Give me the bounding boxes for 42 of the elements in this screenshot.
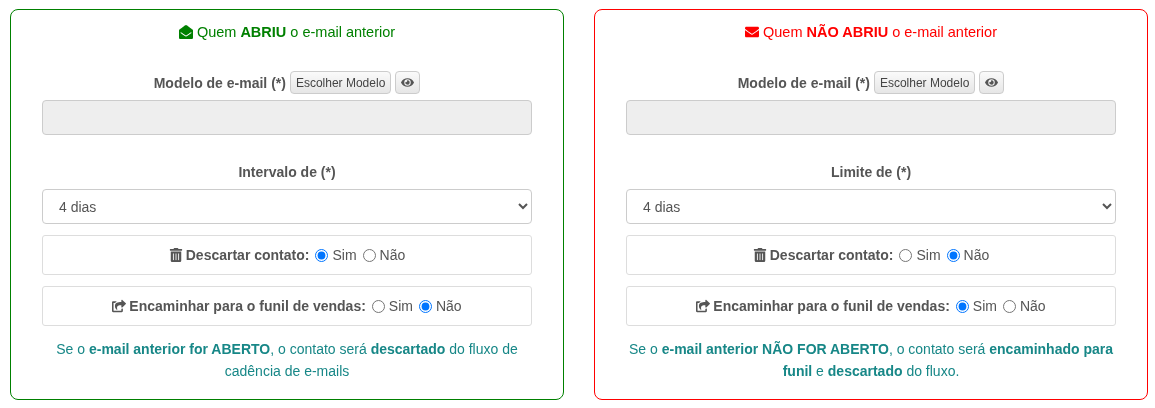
info-text: Se o e-mail anterior NÃO FOR ABERTO, o contato será encaminhado para funil e descartado do fluxo. [628, 340, 1114, 381]
envelope-icon [745, 25, 759, 39]
preview-button[interactable] [395, 71, 421, 94]
option-group-label: Encaminhar para o funil de vendas: [129, 298, 366, 314]
radio-button[interactable] [899, 248, 913, 262]
option-group-label: Descartar contato: [185, 247, 310, 263]
radio-label: Sim [972, 298, 997, 314]
panel-title: Quem ABRIU o e-mail anterior [196, 24, 396, 40]
radio-label: Sim [388, 298, 413, 314]
interval-select[interactable]: 4 dias [42, 189, 532, 224]
radio-button[interactable] [418, 299, 432, 313]
info-text: Se o e-mail anterior for ABERTO, o contato será descartado do fluxo de cadência de e-mails [55, 340, 519, 381]
radio-label: Não [435, 298, 462, 314]
radio-button[interactable] [362, 248, 376, 262]
radio-button[interactable] [955, 299, 969, 313]
field-label: Limite de (*) [830, 164, 912, 180]
share-icon [696, 299, 711, 313]
radio-label: Não [379, 247, 406, 263]
choose-template-button[interactable]: Escolher Modelo [289, 71, 392, 94]
interval-select[interactable]: 4 dias [626, 189, 1116, 224]
option-group-label: Descartar contato: [769, 247, 894, 263]
choose-template-button[interactable]: Escolher Modelo [873, 71, 976, 94]
share-icon [112, 299, 127, 313]
option-group-label: Encaminhar para o funil de vendas: [713, 298, 950, 314]
radio-label: Não [1019, 298, 1046, 314]
preview-button[interactable] [979, 71, 1005, 94]
radio-button[interactable] [1002, 299, 1016, 313]
radio-label: Sim [332, 247, 357, 263]
eye-icon [401, 76, 415, 89]
radio-label: Sim [916, 247, 941, 263]
envelope-open-icon [178, 25, 193, 39]
field-label: Intervalo de (*) [238, 164, 336, 180]
field-label: Modelo de e-mail (*) [153, 74, 286, 91]
panel-title: Quem NÃO ABRIU o e-mail anterior [763, 24, 997, 40]
field-label: Modelo de e-mail (*) [737, 74, 870, 91]
trash-icon [168, 248, 183, 262]
eye-icon [985, 76, 999, 89]
radio-button[interactable] [315, 248, 329, 262]
radio-button[interactable] [371, 299, 385, 313]
radio-label: Não [963, 247, 990, 263]
radio-button[interactable] [946, 248, 960, 262]
trash-icon [752, 248, 767, 262]
